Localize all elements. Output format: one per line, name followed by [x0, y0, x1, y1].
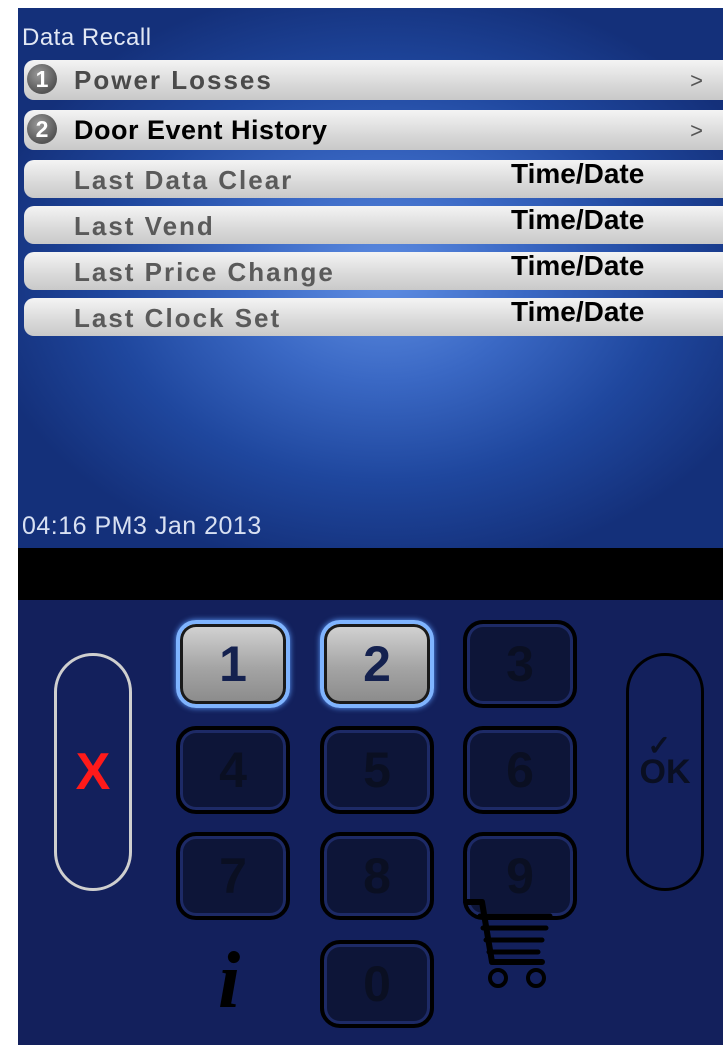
clock-readout: 04:16 PM3 Jan 2013 [22, 512, 262, 541]
menu-item-label: Door Event History [74, 115, 328, 145]
keypad-key-8[interactable]: 8 [320, 832, 434, 920]
info-row-label: Last Data Clear [74, 165, 294, 195]
info-row-value: Time/Date [511, 158, 645, 189]
info-row-value: Time/Date [511, 204, 645, 235]
keypad-key-0[interactable]: 0 [320, 940, 434, 1028]
checkmark-icon: ✓ [647, 729, 671, 761]
info-row-last-data-clear: Last Data Clear Time/Date [24, 158, 723, 198]
chevron-right-icon: > [690, 118, 703, 143]
keypad-key-6[interactable]: 6 [463, 726, 577, 814]
info-row-last-price-change: Last Price Change Time/Date [24, 250, 723, 290]
info-row-last-clock-set: Last Clock Set Time/Date [24, 296, 723, 336]
info-row-label: Last Clock Set [74, 303, 282, 333]
menu-item-label: Power Losses [74, 65, 273, 95]
menu-item-power-losses[interactable]: 1 Power Losses > [24, 60, 723, 100]
info-row-last-vend: Last Vend Time/Date [24, 204, 723, 244]
x-icon: X [75, 743, 111, 801]
clock-time: 04:16 PM [22, 512, 134, 540]
keypad-key-3[interactable]: 3 [463, 620, 577, 708]
screen-bezel [18, 548, 723, 600]
menu-number-badge: 2 [27, 114, 57, 144]
screen-title: Data Recall [22, 24, 152, 51]
info-row-label: Last Vend [74, 211, 215, 241]
keypad-key-7[interactable]: 7 [176, 832, 290, 920]
menu-item-door-event-history[interactable]: 2 Door Event History > [24, 110, 723, 150]
keypad-key-5[interactable]: 5 [320, 726, 434, 814]
shopping-cart-icon[interactable] [460, 892, 556, 997]
info-row-value: Time/Date [511, 250, 645, 281]
keypad-key-4[interactable]: 4 [176, 726, 290, 814]
display-screen: Data Recall 1 Power Losses > 2 Door Even… [18, 8, 723, 548]
cancel-button[interactable]: X [54, 653, 132, 891]
clock-date: 3 Jan 2013 [133, 512, 262, 540]
info-icon[interactable]: i [218, 936, 240, 1027]
keypad-key-1[interactable]: 1 [176, 620, 290, 708]
keypad-key-2[interactable]: 2 [320, 620, 434, 708]
info-row-value: Time/Date [511, 296, 645, 327]
chevron-right-icon: > [690, 68, 703, 93]
vending-device: Data Recall 1 Power Losses > 2 Door Even… [18, 8, 723, 1045]
menu-number-badge: 1 [27, 64, 57, 94]
info-row-label: Last Price Change [74, 257, 335, 287]
ok-button[interactable]: ✓ OK [626, 653, 704, 891]
